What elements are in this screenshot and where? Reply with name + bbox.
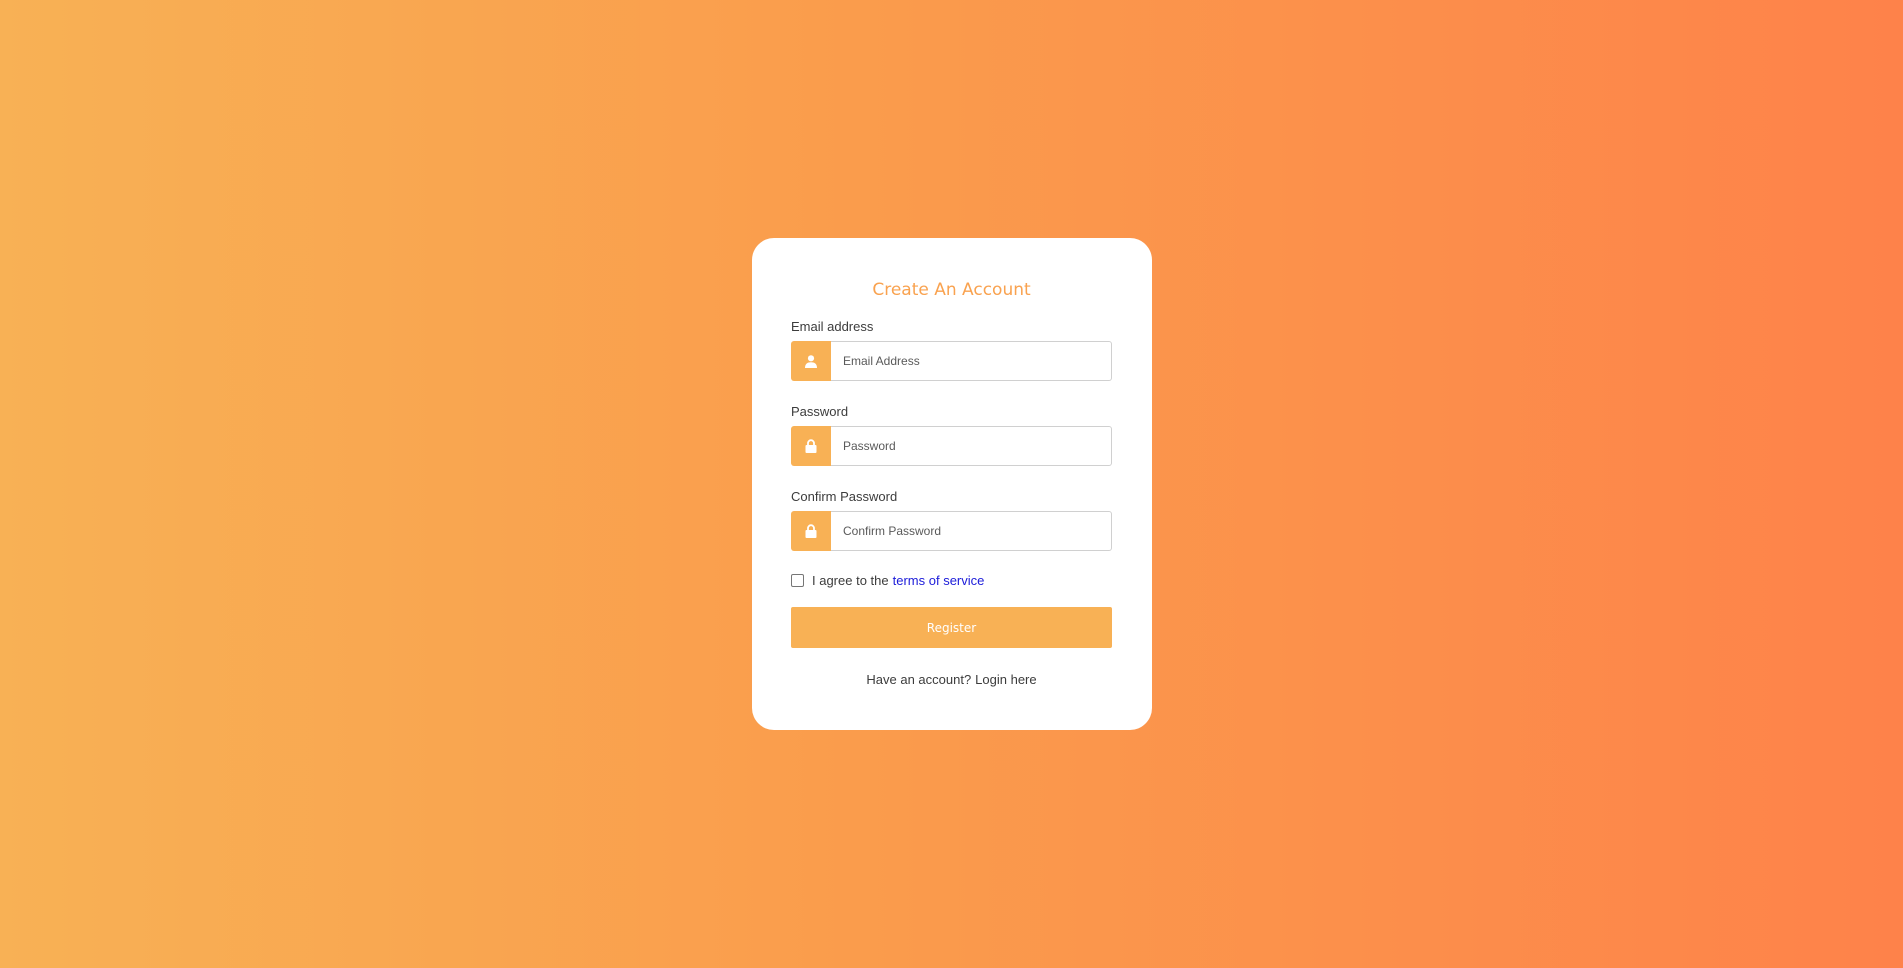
register-button[interactable]: Register	[791, 607, 1112, 648]
password-field-group: Password	[791, 404, 1112, 466]
register-card: Create An Account Email address Password	[752, 238, 1152, 730]
password-input[interactable]	[831, 426, 1112, 466]
confirm-password-field-group: Confirm Password	[791, 489, 1112, 551]
confirm-password-input[interactable]	[831, 511, 1112, 551]
page-title: Create An Account	[872, 280, 1031, 300]
login-prompt-text: Have an account?	[866, 672, 972, 687]
password-input-group	[791, 426, 1112, 466]
email-field-group: Email address	[791, 319, 1112, 381]
email-input[interactable]	[831, 341, 1112, 381]
terms-of-service-link[interactable]: terms of service	[893, 573, 985, 588]
lock-icon	[791, 511, 831, 551]
email-input-group	[791, 341, 1112, 381]
confirm-password-input-group	[791, 511, 1112, 551]
password-label: Password	[791, 404, 849, 419]
terms-text: I agree to the	[812, 572, 889, 588]
lock-icon	[791, 426, 831, 466]
user-icon	[791, 341, 831, 381]
terms-checkbox[interactable]	[791, 573, 804, 587]
email-label: Email address	[791, 319, 874, 334]
login-link[interactable]: Login here	[975, 672, 1036, 687]
terms-row: I agree to the terms of service	[791, 571, 1112, 589]
confirm-password-label: Confirm Password	[791, 489, 898, 504]
login-prompt-row: Have an account? Login here	[791, 672, 1112, 687]
